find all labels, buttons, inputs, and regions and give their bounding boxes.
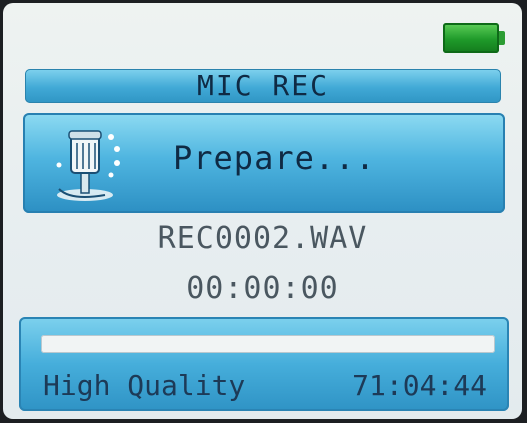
title-bar: MIC REC — [25, 69, 501, 103]
elapsed-time: 00:00:00 — [186, 271, 339, 306]
status-panel: Prepare... — [23, 113, 505, 213]
bottom-panel: High Quality 71:04:44 — [19, 317, 509, 411]
recorder-screen: MIC REC Prepare... REC0002.WAV 00:00:00 — [3, 3, 522, 419]
remaining-time: 71:04:44 — [352, 369, 487, 402]
screen-title: MIC REC — [196, 69, 329, 102]
battery-tip — [499, 31, 505, 45]
progress-bar — [41, 335, 495, 353]
microphone-icon — [56, 130, 120, 201]
quality-label: High Quality — [43, 369, 246, 402]
status-text: Prepare... — [173, 139, 376, 177]
battery-icon — [443, 23, 505, 53]
file-name: REC0002.WAV — [157, 221, 368, 256]
battery-body — [443, 23, 499, 53]
